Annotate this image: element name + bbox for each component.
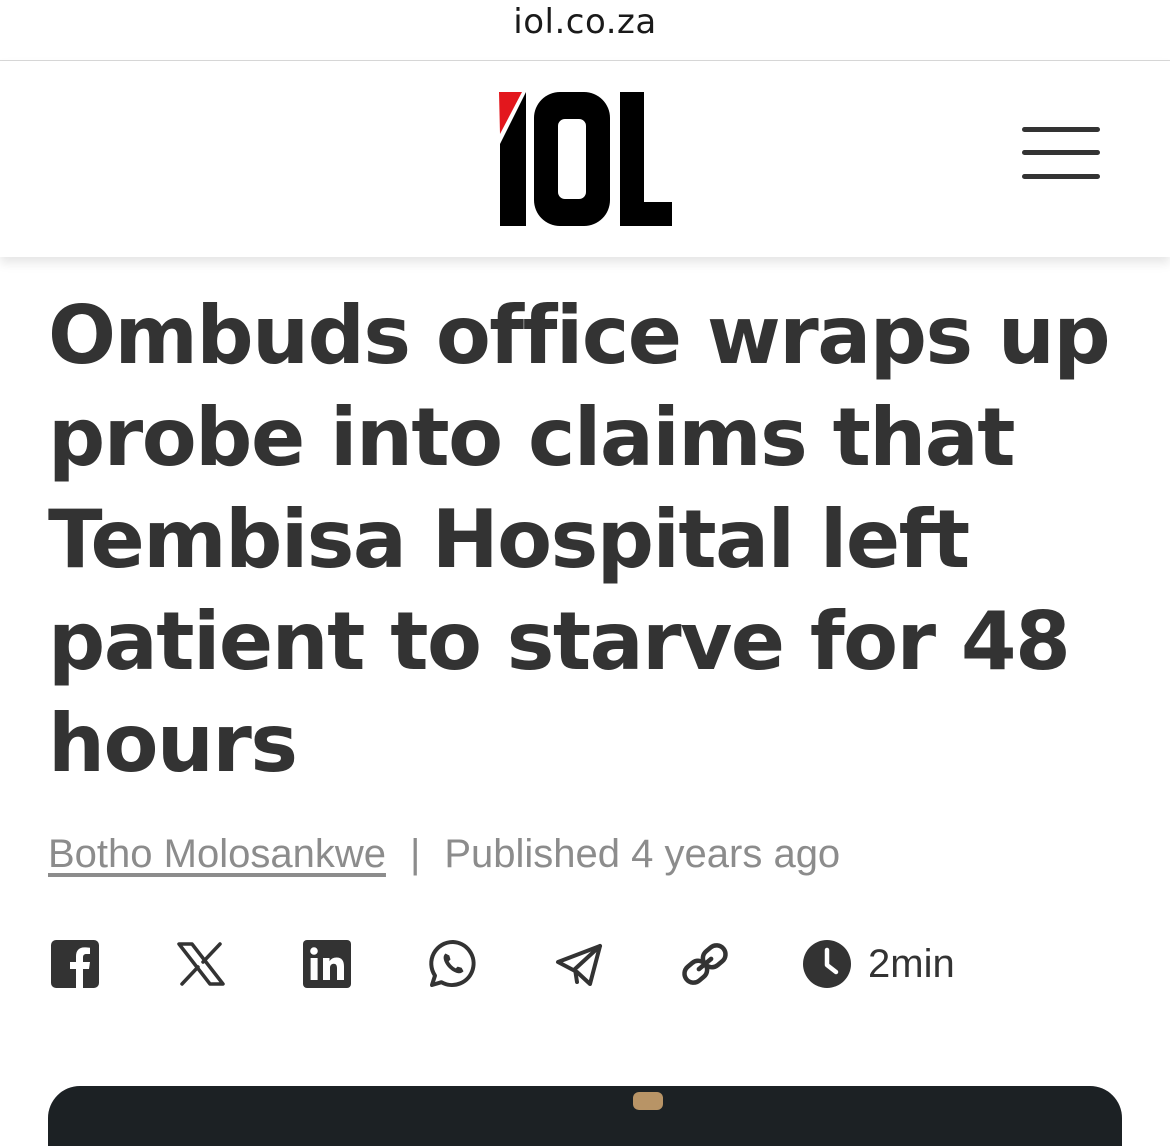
article-headline: Ombuds office wraps up probe into claims…	[48, 289, 1111, 790]
author-link[interactable]: Botho Molosankwe	[48, 832, 386, 876]
reading-time-label: 2min	[868, 941, 955, 986]
byline-separator: |	[409, 832, 421, 876]
url-text[interactable]: iol.co.za	[0, 2, 1170, 42]
menu-bar-bottom	[1022, 174, 1100, 179]
browser-url-bar[interactable]: iol.co.za	[0, 0, 1170, 61]
menu-bar-middle	[1022, 150, 1100, 155]
hero-image-detail	[633, 1092, 663, 1110]
linkedin-icon[interactable]	[301, 938, 353, 990]
x-icon[interactable]	[175, 938, 227, 990]
whatsapp-icon[interactable]	[427, 938, 479, 990]
link-icon[interactable]	[679, 938, 731, 990]
article-hero-image	[48, 1086, 1122, 1146]
site-header	[0, 61, 1170, 257]
reading-time: 2min	[802, 936, 955, 992]
clock-icon	[803, 940, 851, 988]
hamburger-menu-button[interactable]	[1022, 127, 1102, 183]
article-byline: Botho Molosankwe | Published 4 years ago	[48, 826, 840, 882]
menu-bar-top	[1022, 127, 1100, 132]
iol-logo[interactable]	[498, 92, 672, 226]
telegram-icon[interactable]	[553, 938, 605, 990]
facebook-icon[interactable]	[49, 938, 101, 990]
published-time: Published 4 years ago	[444, 832, 841, 876]
share-toolbar: 2min	[0, 930, 1170, 1000]
